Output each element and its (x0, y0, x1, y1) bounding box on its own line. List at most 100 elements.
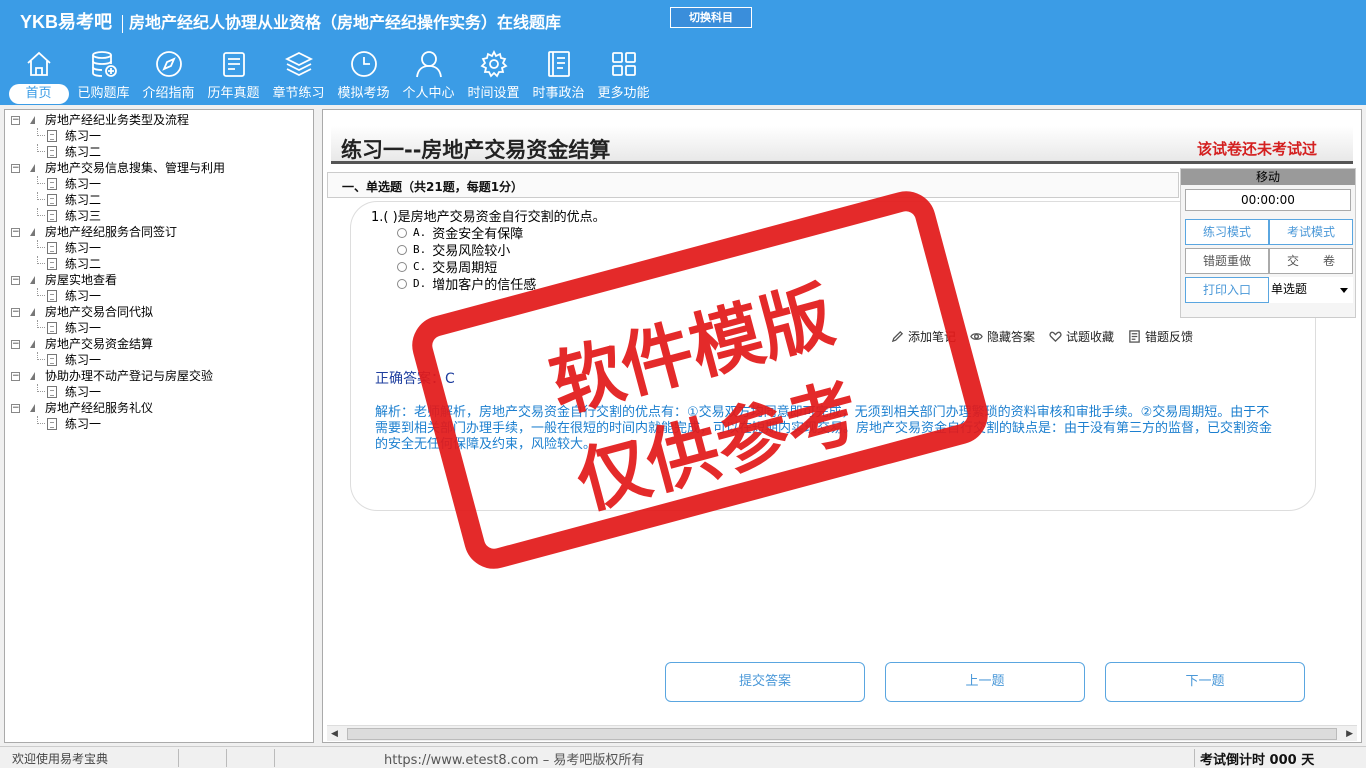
tree-chapter[interactable]: − 房地产交易合同代拟 (5, 304, 313, 320)
nav-affairs-label: 时事政治 (532, 86, 585, 101)
nav-personal-center[interactable]: 个人中心 (396, 48, 461, 104)
tree-guide-line (37, 176, 45, 184)
tree-exercise[interactable]: 练习一 (5, 240, 313, 256)
document-icon (47, 354, 57, 366)
favorite-label: 试题收藏 (1066, 330, 1115, 344)
pencil-icon (891, 330, 904, 343)
collapse-icon[interactable]: − (11, 372, 20, 381)
radio-icon[interactable] (397, 227, 407, 238)
nav-chapter-practice[interactable]: 章节练习 (266, 48, 331, 104)
folder-triangle-icon (30, 164, 35, 172)
tree-exercise[interactable]: 练习一 (5, 416, 313, 432)
hand-in-button[interactable]: 交 卷 (1269, 248, 1353, 274)
tree-exercise[interactable]: 练习二 (5, 144, 313, 160)
document-icon (47, 130, 57, 142)
nav-guide-label: 介绍指南 (142, 86, 195, 101)
horizontal-scrollbar[interactable]: ◀ ▶ (327, 725, 1357, 741)
option-text: 增加客户的信任感 (432, 278, 537, 293)
switch-subject-button[interactable]: 切换科目 (670, 7, 752, 28)
tree-exercise-label: 练习一 (65, 241, 102, 255)
tree-chapter[interactable]: − 房地产交易信息搜集、管理与利用 (5, 160, 313, 176)
tree-exercise[interactable]: 练习一 (5, 352, 313, 368)
exam-mode-button[interactable]: 考试模式 (1269, 219, 1353, 245)
redo-wrong-button[interactable]: 错题重做 (1185, 248, 1269, 274)
status-divider (274, 749, 275, 767)
tree-exercise-label: 练习一 (65, 417, 102, 431)
nav-current-affairs[interactable]: 时事政治 (526, 48, 591, 104)
option-key: B. (413, 243, 427, 256)
tree-guide-line (37, 288, 45, 296)
submit-answer-button[interactable]: 提交答案 (665, 662, 865, 702)
nav-purchased-banks[interactable]: 已购题库 (71, 48, 136, 104)
print-button[interactable]: 打印入口 (1185, 277, 1269, 303)
tree-exercise[interactable]: 练习二 (5, 256, 313, 272)
scroll-thumb[interactable] (347, 728, 1337, 740)
status-bar: 欢迎使用易考宝典 https://www.etest8.com – 易考吧版权所… (0, 746, 1366, 768)
favorite-button[interactable]: 试题收藏 (1049, 328, 1114, 345)
hide-answer-button[interactable]: 隐藏答案 (970, 328, 1035, 345)
tree-chapter[interactable]: − 协助办理不动产登记与房屋交验 (5, 368, 313, 384)
nav-more-functions[interactable]: 更多功能 (591, 48, 656, 104)
collapse-icon[interactable]: − (11, 228, 20, 237)
tree-exercise[interactable]: 练习一 (5, 384, 313, 400)
practice-mode-button[interactable]: 练习模式 (1185, 219, 1269, 245)
tree-exercise[interactable]: 练习一 (5, 128, 313, 144)
tree-guide-line (37, 416, 45, 424)
radio-icon[interactable] (397, 278, 407, 289)
tree-exercise[interactable]: 练习三 (5, 208, 313, 224)
collapse-icon[interactable]: − (11, 404, 20, 413)
tree-exercise-label: 练习二 (65, 257, 102, 271)
folder-triangle-icon (30, 404, 35, 412)
app-title-text: 房地产经纪人协理从业资格（房地产经纪操作实务）在线题库 (129, 13, 562, 32)
collapse-icon[interactable]: − (11, 116, 20, 125)
document-icon (47, 146, 57, 158)
tree-chapter[interactable]: − 房地产经纪服务合同签订 (5, 224, 313, 240)
tree-chapter[interactable]: − 房屋实地查看 (5, 272, 313, 288)
correct-answer: 正确答案：C (375, 371, 455, 387)
tree-exercise[interactable]: 练习一 (5, 176, 313, 192)
collapse-icon[interactable]: − (11, 164, 20, 173)
tree-guide-line (37, 192, 45, 200)
tree-chapter[interactable]: − 房地产经纪业务类型及流程 (5, 112, 313, 128)
collapse-icon[interactable]: − (11, 276, 20, 285)
collapse-icon[interactable]: − (11, 340, 20, 349)
folder-triangle-icon (30, 372, 35, 380)
tree-chapter[interactable]: − 房地产交易资金结算 (5, 336, 313, 352)
option-key: D. (413, 277, 427, 290)
panel-drag-handle[interactable]: 移动 (1181, 169, 1355, 185)
nav-home[interactable]: 首页 (6, 48, 71, 104)
option-key: C. (413, 260, 427, 273)
nav-time-settings[interactable]: 时间设置 (461, 48, 526, 104)
tree-exercise[interactable]: 练习一 (5, 288, 313, 304)
collapse-icon[interactable]: − (11, 308, 20, 317)
prev-question-button[interactable]: 上一题 (885, 662, 1085, 702)
add-note-button[interactable]: 添加笔记 (891, 328, 956, 345)
nav-guide[interactable]: 介绍指南 (136, 48, 201, 104)
tree-exercise[interactable]: 练习一 (5, 320, 313, 336)
feedback-button[interactable]: 错题反馈 (1128, 328, 1193, 345)
nav-mock-exam[interactable]: 模拟考场 (331, 48, 396, 104)
radio-icon[interactable] (397, 261, 407, 272)
nav-past-exams[interactable]: 历年真题 (201, 48, 266, 104)
folder-triangle-icon (30, 308, 35, 316)
tree-exercise-label: 练习一 (65, 289, 102, 303)
tree-exercise[interactable]: 练习二 (5, 192, 313, 208)
option-b[interactable]: B. 交易风险较小 (397, 241, 510, 259)
option-a[interactable]: A. 资金安全有保障 (397, 224, 523, 242)
tree-guide-line (37, 208, 45, 216)
option-d[interactable]: D. 增加客户的信任感 (397, 275, 537, 293)
scroll-right-icon[interactable]: ▶ (1346, 729, 1353, 739)
exam-countdown: 考试倒计时 000 天 (1200, 753, 1315, 768)
next-question-button[interactable]: 下一题 (1105, 662, 1305, 702)
scroll-left-icon[interactable]: ◀ (331, 729, 338, 739)
option-c[interactable]: C. 交易周期短 (397, 258, 497, 276)
document-icon (47, 258, 57, 270)
question-type-select[interactable]: 单选题 (1269, 277, 1353, 303)
hide-answer-label: 隐藏答案 (987, 330, 1036, 344)
book-icon (547, 51, 570, 77)
radio-icon[interactable] (397, 244, 407, 255)
tree-chapter-label: 房地产经纪服务合同签订 (45, 225, 178, 239)
timer-display: 00:00:00 (1185, 189, 1351, 211)
tree-chapter-label: 房地产交易资金结算 (45, 337, 154, 351)
tree-chapter[interactable]: − 房地产经纪服务礼仪 (5, 400, 313, 416)
